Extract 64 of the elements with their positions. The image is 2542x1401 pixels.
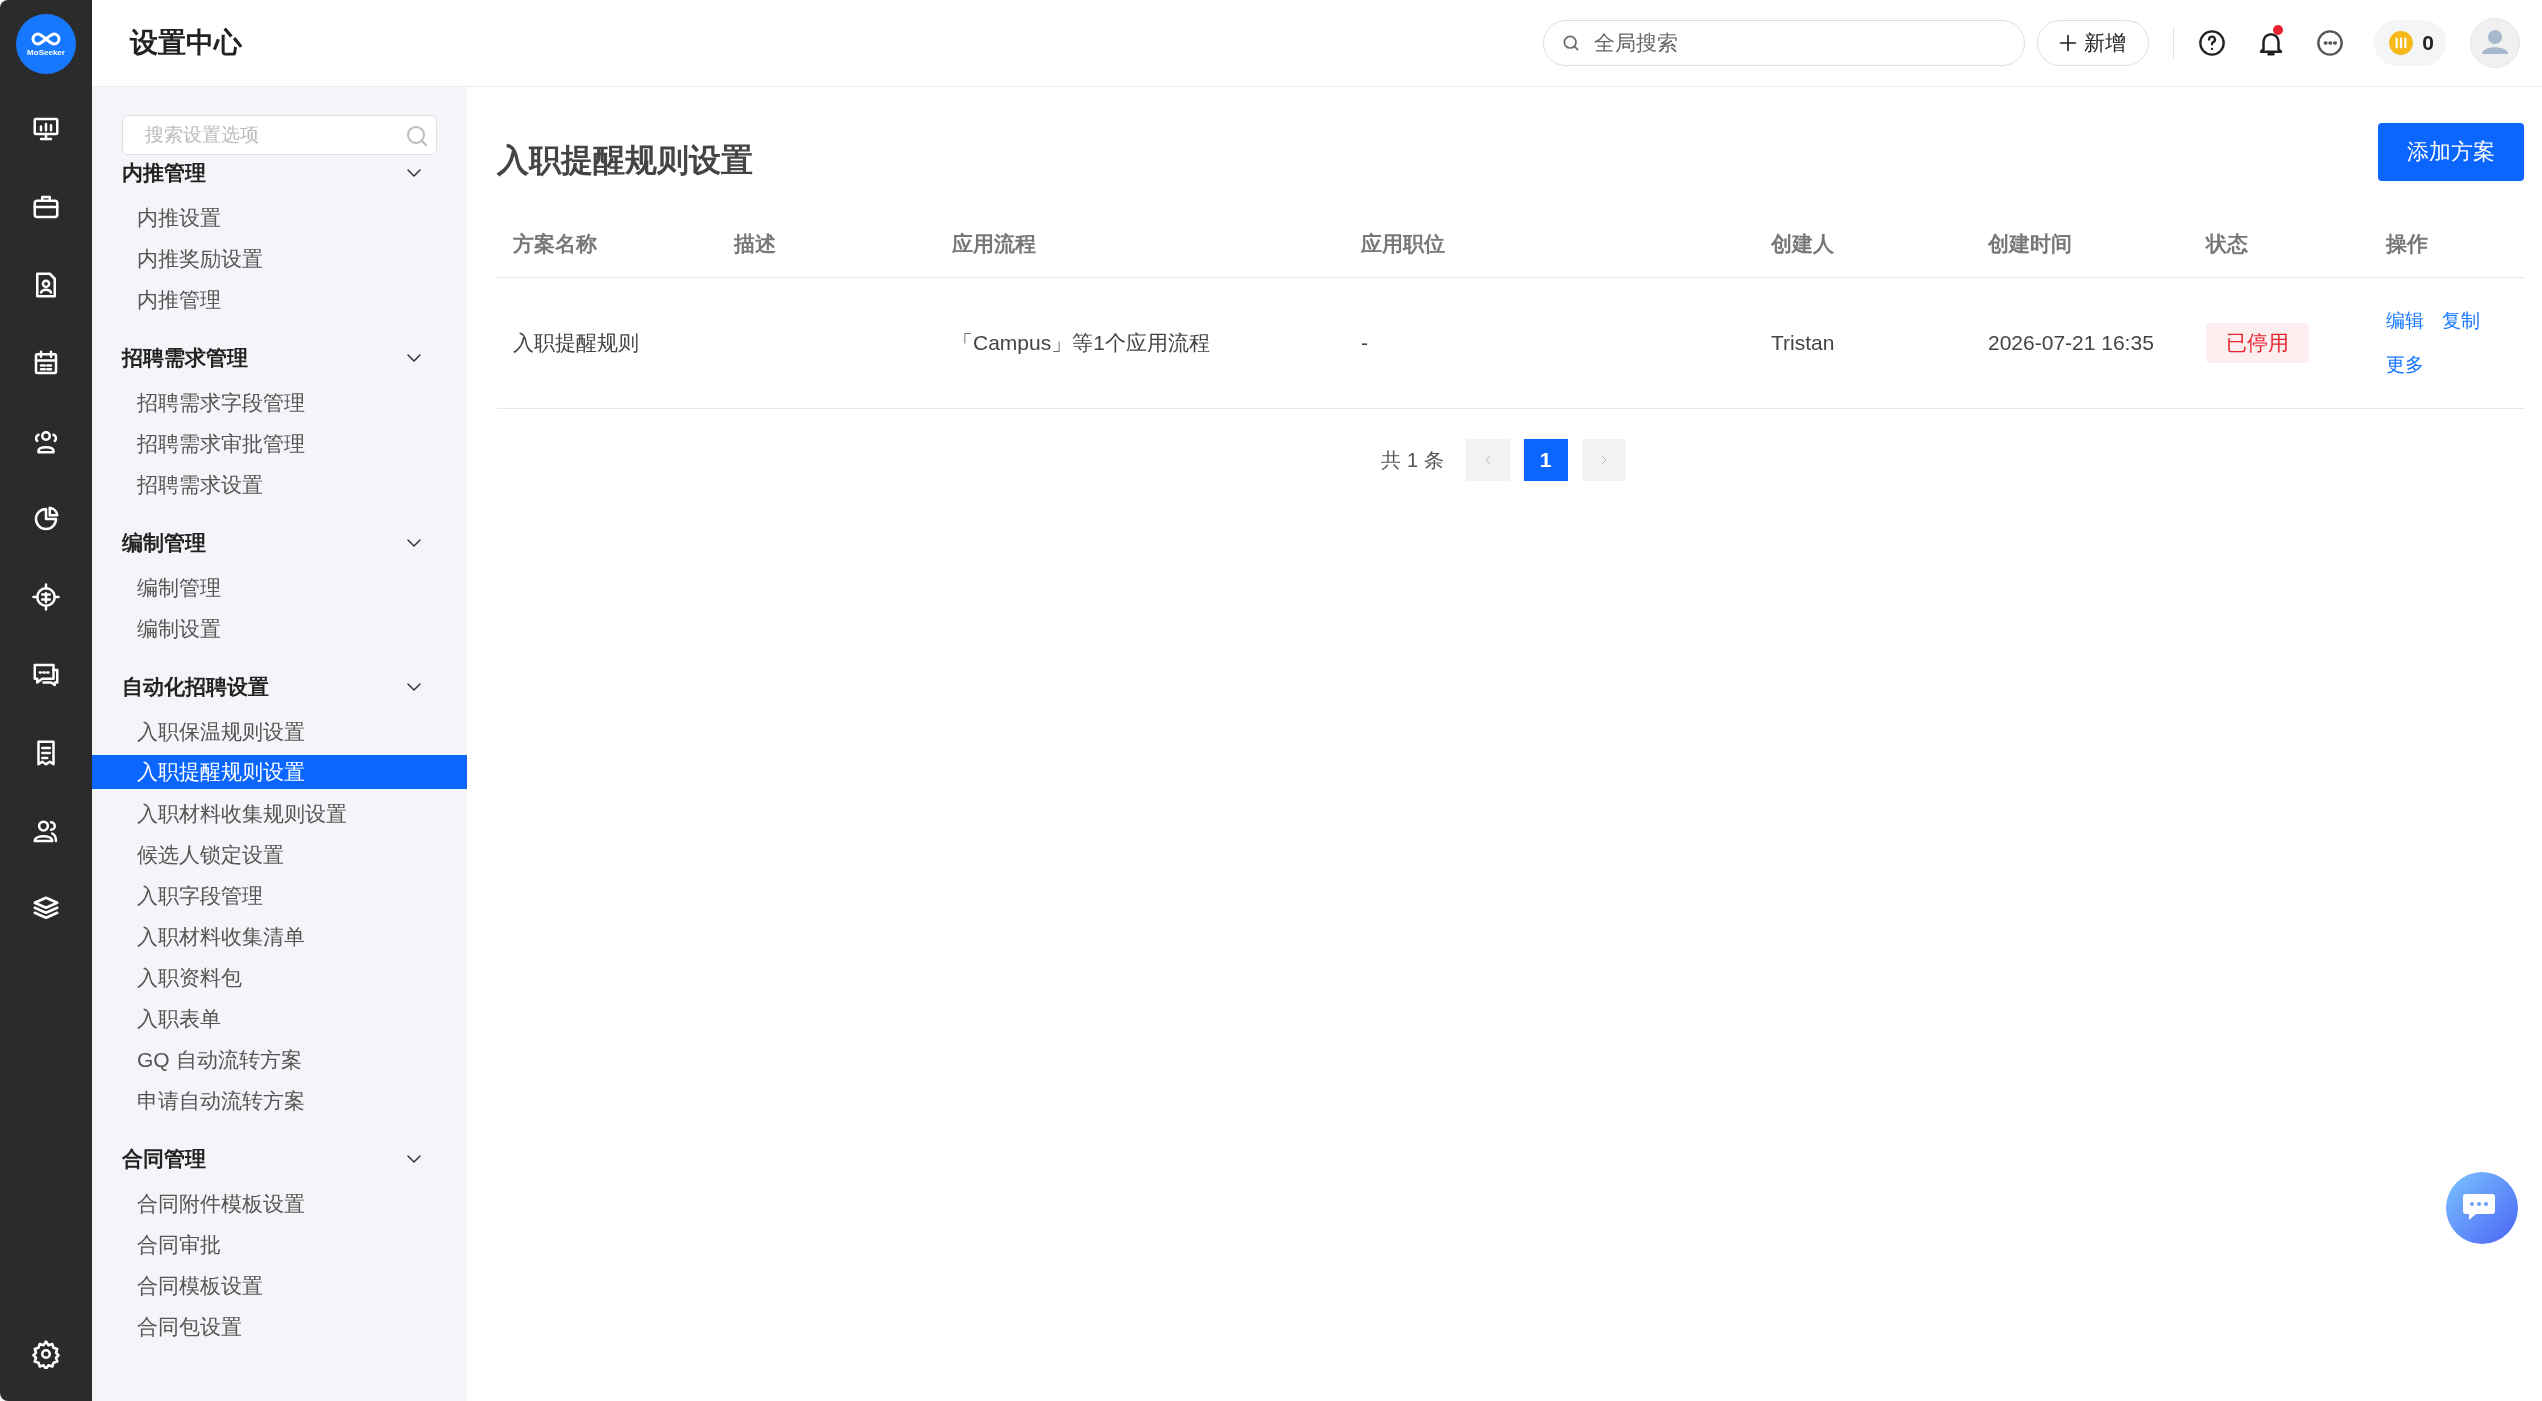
coin-count: 0 [2422,31,2434,55]
column-header: 方案名称 [513,231,598,257]
add-plan-button[interactable]: 添加方案 [2378,123,2524,181]
column-header: 操作 [2386,231,2429,257]
column-header: 创建时间 [1988,231,2073,257]
help-icon[interactable] [2198,29,2227,57]
sidebar-item[interactable]: 入职表单 [92,998,467,1039]
table-cell: - [1361,331,1368,354]
logo[interactable]: MoSeeker [16,14,76,74]
coin-balance[interactable]: 0 [2374,20,2446,66]
sidebar-item[interactable]: 入职材料收集规则设置 [92,793,467,834]
sidebar-item[interactable]: 招聘需求设置 [92,464,467,505]
table-cell: 2026-07-21 16:35 [1988,331,2154,354]
sidebar-item[interactable]: 编制管理 [92,567,467,608]
group-header[interactable]: 内推管理 [92,159,467,187]
action-link[interactable]: 复制 [2442,308,2480,334]
sidebar-item[interactable]: 申请自动流转方案 [92,1080,467,1121]
group-header[interactable]: 编制管理 [92,529,467,557]
search-icon [405,124,429,148]
column-header: 创建人 [1771,231,1835,257]
search-field[interactable]: 搜索设置选项 [122,115,437,155]
action-link[interactable]: 编辑 [2386,308,2424,334]
section-title: 入职提醒规则设置 [497,141,753,180]
sidebar-item[interactable]: 合同包设置 [92,1306,467,1347]
sidebar-item[interactable]: 合同附件模板设置 [92,1183,467,1224]
sidebar-item[interactable]: 招聘需求字段管理 [92,382,467,423]
settings-icon[interactable] [31,1339,61,1369]
infinity-icon [29,31,63,47]
group-header[interactable]: 合同管理 [92,1145,467,1173]
coin-icon [2388,30,2415,56]
sidebar-item[interactable]: 入职资料包 [92,957,467,998]
sidebar-item[interactable]: GQ 自动流转方案 [92,1039,467,1080]
logo-text: MoSeeker [27,48,65,57]
table-cell: 入职提醒规则 [513,331,639,354]
sidebar-item[interactable]: 招聘需求审批管理 [92,423,467,464]
sidebar-item[interactable]: 入职提醒规则设置 [92,755,467,789]
table-cell: 「Campus」等1个应用流程 [952,331,1210,354]
sidebar-item[interactable]: 内推设置 [92,197,467,238]
new-button[interactable]: 新增 [2037,20,2150,66]
status-tag: 已停用 [2206,323,2309,363]
sidebar-item[interactable]: 内推管理 [92,279,467,320]
column-header: 应用职位 [1361,231,1446,257]
plus-icon [2058,33,2079,53]
sidebar-item[interactable]: 入职材料收集清单 [92,916,467,957]
sidebar-item[interactable]: 合同模板设置 [92,1265,467,1306]
group-header[interactable]: 招聘需求管理 [92,344,467,372]
column-header: 应用流程 [952,231,1037,257]
action-link[interactable]: 更多 [2386,352,2424,378]
page-button[interactable]: 1 [1523,439,1568,481]
column-header: 状态 [2206,231,2249,257]
sidebar-item[interactable]: 合同审批 [92,1224,467,1265]
sidebar-item[interactable]: 内推奖励设置 [92,238,467,279]
group-header[interactable]: 自动化招聘设置 [92,673,467,701]
sidebar-item[interactable]: 入职字段管理 [92,875,467,916]
target-icon[interactable] [31,582,61,612]
sidebar-item[interactable]: 入职保温规则设置 [92,711,467,752]
search-field[interactable]: 全局搜索 [1543,20,2026,66]
page-title: 设置中心 [130,26,242,60]
sidebar-item[interactable]: 编制设置 [92,608,467,649]
total-count: 共 1 条 [1381,447,1444,473]
column-header: 描述 [734,231,777,257]
table-cell: Tristan [1771,331,1835,354]
sidebar-item[interactable]: 候选人锁定设置 [92,834,467,875]
more-icon[interactable] [2316,29,2345,57]
